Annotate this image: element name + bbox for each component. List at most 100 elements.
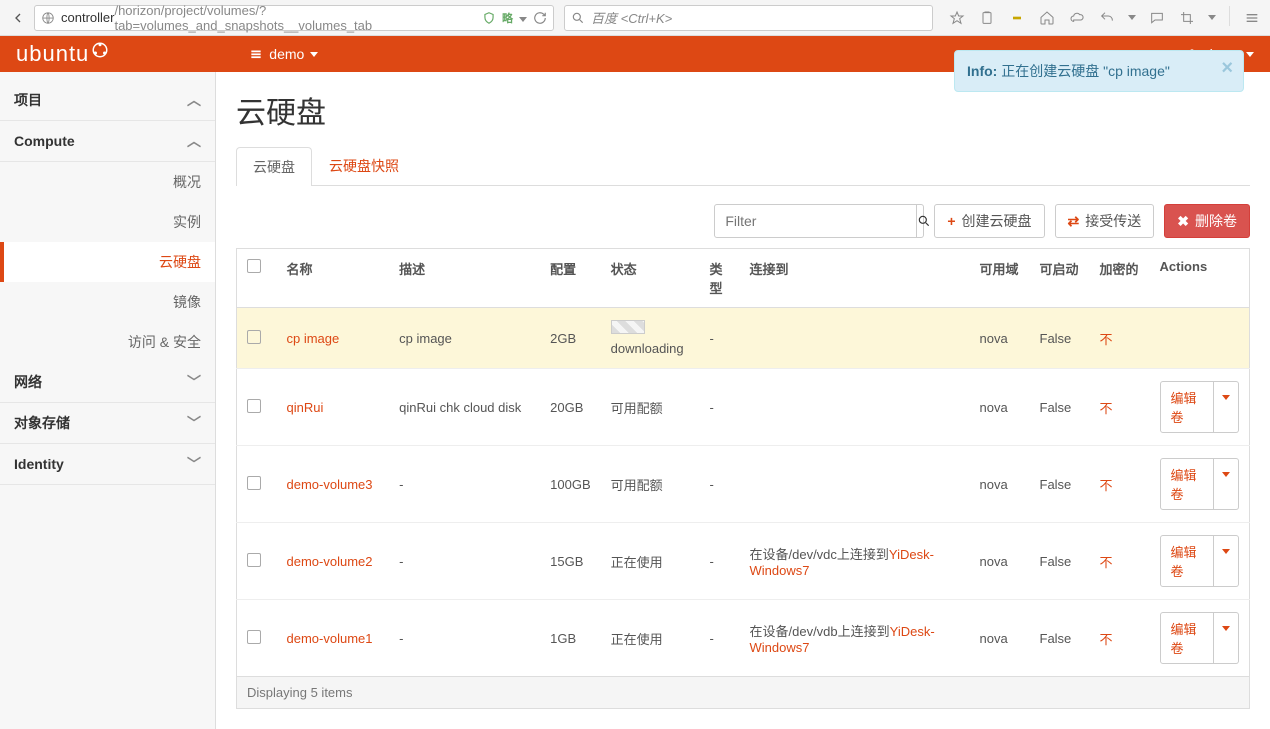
edit-volume-button[interactable]: 编辑卷 [1160,458,1215,510]
cell-az: nova [970,523,1030,600]
dropdown-icon[interactable] [519,10,527,26]
filter-input[interactable] [715,213,916,229]
cell-size: 20GB [540,369,600,446]
col-az: 可用域 [970,249,1030,308]
cloud-icon[interactable] [1065,6,1089,30]
cell-az: nova [970,600,1030,677]
plus-icon: + [947,213,955,229]
cell-status: 可用配额 [611,401,663,416]
row-checkbox[interactable] [247,553,261,567]
cell-desc: - [389,523,540,600]
url-path: /horizon/project/volumes/?tab=volumes_an… [114,3,482,33]
ubuntu-logo: ubuntu [16,41,109,67]
volume-name-link[interactable]: qinRui [287,400,324,415]
filter-search-button[interactable] [916,205,931,237]
cell-type: - [700,523,740,600]
sidebar-group-identity[interactable]: Identity﹀ [0,444,215,485]
cell-status: 正在使用 [611,632,663,647]
home-icon[interactable] [1035,6,1059,30]
clipboard-icon[interactable] [975,6,999,30]
delete-volume-button[interactable]: ✖ 删除卷 [1164,204,1250,238]
cell-status: downloading [611,341,684,356]
chevron-down-icon [1246,52,1254,57]
shield-icon[interactable] [482,10,496,26]
browser-chrome: controller/horizon/project/volumes/?tab=… [0,0,1270,36]
browser-search[interactable]: 百度 <Ctrl+K> [564,5,933,31]
sidebar-item-images[interactable]: 镜像 [0,282,215,322]
action-dropdown[interactable] [1214,458,1239,510]
cell-size: 15GB [540,523,600,600]
cell-size: 100GB [540,446,600,523]
url-bar[interactable]: controller/horizon/project/volumes/?tab=… [34,5,554,31]
tab-volumes[interactable]: 云硬盘 [236,147,312,186]
translate-icon[interactable]: 略 [502,10,513,26]
cell-desc: - [389,600,540,677]
row-checkbox[interactable] [247,330,261,344]
col-desc: 描述 [389,249,540,308]
dash-icon[interactable] [1005,6,1029,30]
col-encrypted: 加密的 [1090,249,1150,308]
sidebar-item-access[interactable]: 访问 & 安全 [0,322,215,362]
sidebar-item-instances[interactable]: 实例 [0,202,215,242]
tab-snapshots[interactable]: 云硬盘快照 [312,146,416,185]
undo-icon[interactable] [1095,6,1119,30]
cell-encrypted: 不 [1090,446,1150,523]
accept-transfer-button[interactable]: ⇄ 接受传送 [1055,204,1155,238]
divider [1229,6,1230,26]
cell-type: - [700,308,740,369]
volume-name-link[interactable]: demo-volume2 [287,554,373,569]
sidebar-group-compute[interactable]: Compute︿ [0,121,215,162]
cell-status: 正在使用 [611,555,663,570]
chat-icon[interactable] [1145,6,1169,30]
cell-desc: qinRui chk cloud disk [389,369,540,446]
edit-volume-button[interactable]: 编辑卷 [1160,612,1215,664]
cell-size: 1GB [540,600,600,677]
sidebar-group-project[interactable]: 项目︿ [0,80,215,121]
row-action: 编辑卷 [1160,381,1240,433]
alert-text: 正在创建云硬盘 "cp image" [1001,63,1170,79]
action-dropdown[interactable] [1214,381,1239,433]
crop-caret-icon[interactable] [1205,6,1219,30]
star-icon[interactable] [945,6,969,30]
sidebar-item-overview[interactable]: 概况 [0,162,215,202]
sidebar: 项目︿ Compute︿ 概况 实例 云硬盘 镜像 访问 & 安全 网络﹀ 对象… [0,72,216,729]
row-checkbox[interactable] [247,476,261,490]
menu-icon[interactable] [1240,6,1264,30]
row-checkbox[interactable] [247,630,261,644]
table-row: demo-volume2 - 15GB 正在使用 - 在设备/dev/vdc上连… [237,523,1250,600]
info-alert: Info: 正在创建云硬盘 "cp image" × [954,50,1244,92]
select-all-checkbox[interactable] [247,259,261,273]
volume-name-link[interactable]: demo-volume1 [287,631,373,646]
edit-volume-button[interactable]: 编辑卷 [1160,381,1215,433]
table-row: cp image cp image 2GB downloading - nova… [237,308,1250,369]
row-action: 编辑卷 [1160,612,1240,664]
sidebar-group-objstore[interactable]: 对象存储﹀ [0,403,215,444]
cell-desc: - [389,446,540,523]
attached-prefix: 在设备/dev/vdc上连接到 [750,547,889,562]
sidebar-item-volumes[interactable]: 云硬盘 [0,242,215,282]
sidebar-group-network[interactable]: 网络﹀ [0,362,215,403]
action-dropdown[interactable] [1214,535,1239,587]
table-footer: Displaying 5 items [236,677,1250,709]
project-dropdown[interactable]: demo [249,46,318,62]
edit-volume-button[interactable]: 编辑卷 [1160,535,1215,587]
volume-name-link[interactable]: cp image [287,331,340,346]
row-action: 编辑卷 [1160,535,1240,587]
url-domain: controller [61,10,114,25]
filter-box [714,204,924,238]
crop-icon[interactable] [1175,6,1199,30]
cell-bootable: False [1030,523,1090,600]
undo-caret-icon[interactable] [1125,6,1139,30]
back-button[interactable] [6,6,30,30]
refresh-icon[interactable] [533,10,547,26]
create-volume-button[interactable]: + 创建云硬盘 [934,204,1044,238]
col-type: 类型 [700,249,740,308]
action-dropdown[interactable] [1214,612,1239,664]
chevron-down-icon [310,52,318,57]
cell-type: - [700,446,740,523]
cell-bootable: False [1030,308,1090,369]
close-icon[interactable]: × [1221,57,1233,80]
volume-name-link[interactable]: demo-volume3 [287,477,373,492]
col-status: 状态 [601,249,700,308]
row-checkbox[interactable] [247,399,261,413]
